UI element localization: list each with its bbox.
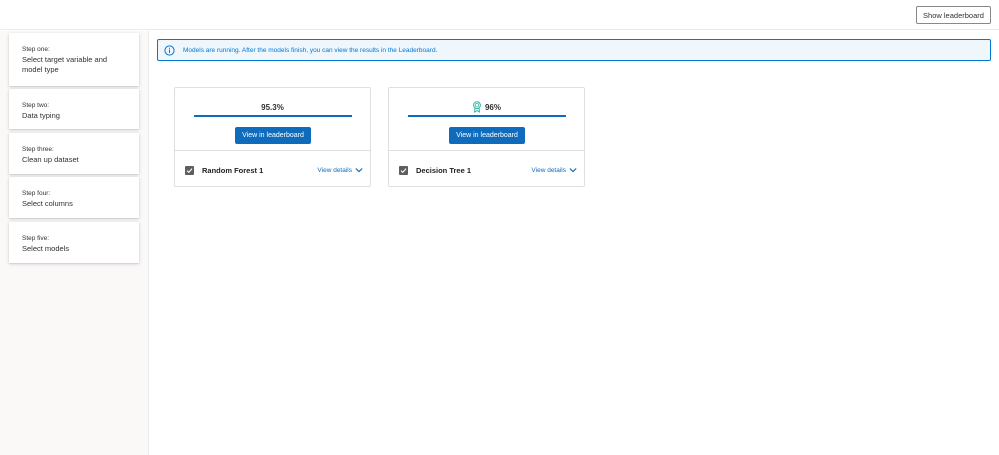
steps-sidebar: Step one: Select target variable and mod… bbox=[0, 31, 149, 455]
model-name: Decision Tree 1 bbox=[416, 165, 472, 175]
step-title: Select models bbox=[22, 244, 70, 253]
chevron-down-icon bbox=[355, 166, 363, 174]
step-number: Step five: bbox=[22, 235, 50, 242]
model-row: Random Forest 1 View details bbox=[185, 164, 363, 176]
score-row: 96% bbox=[389, 101, 584, 113]
progress-fill bbox=[408, 115, 566, 117]
view-details-label: View details bbox=[317, 166, 352, 174]
score-row: 95.3% bbox=[175, 101, 370, 113]
model-name: Random Forest 1 bbox=[202, 165, 264, 175]
ribbon-award-icon bbox=[472, 101, 482, 113]
model-checkbox[interactable] bbox=[399, 165, 408, 175]
banner-text: Models are running. After the models fin… bbox=[183, 46, 438, 54]
step-card-five[interactable]: Step five: Select models bbox=[9, 222, 139, 263]
model-row: Decision Tree 1 View details bbox=[399, 164, 577, 176]
info-banner: Models are running. After the models fin… bbox=[157, 39, 991, 61]
model-score: 95.3% bbox=[261, 102, 284, 112]
step-card-four[interactable]: Step four: Select columns bbox=[9, 177, 139, 218]
step-card-three[interactable]: Step three: Clean up dataset bbox=[9, 133, 139, 174]
step-title: Select columns bbox=[22, 199, 73, 208]
model-card-summary: 96% View in leaderboard bbox=[389, 88, 584, 151]
step-number: Step one: bbox=[22, 46, 50, 53]
info-icon bbox=[164, 44, 175, 56]
progress-bar bbox=[408, 115, 566, 117]
step-title: Select target variable and model type bbox=[22, 55, 108, 74]
model-card-decision-tree: 96% View in leaderboard Decision Tree 1 … bbox=[388, 87, 585, 187]
progress-fill bbox=[194, 115, 352, 117]
view-in-leaderboard-button[interactable]: View in leaderboard bbox=[449, 127, 525, 144]
step-card-two[interactable]: Step two: Data typing bbox=[9, 89, 139, 129]
top-bar: Show leaderboard bbox=[0, 0, 999, 30]
step-title: Data typing bbox=[22, 111, 60, 120]
view-details-link[interactable]: View details bbox=[531, 166, 577, 174]
view-details-label: View details bbox=[531, 166, 566, 174]
model-checkbox[interactable] bbox=[185, 165, 194, 175]
step-title: Clean up dataset bbox=[22, 155, 79, 164]
step-number: Step two: bbox=[22, 102, 50, 109]
show-leaderboard-button[interactable]: Show leaderboard bbox=[916, 6, 991, 24]
view-details-link[interactable]: View details bbox=[317, 166, 363, 174]
view-in-leaderboard-button[interactable]: View in leaderboard bbox=[235, 127, 311, 144]
model-score: 96% bbox=[484, 102, 501, 112]
step-number: Step four: bbox=[22, 190, 51, 197]
step-number: Step three: bbox=[22, 146, 54, 153]
chevron-down-icon bbox=[569, 166, 577, 174]
checkmark-icon bbox=[400, 167, 407, 173]
model-card-summary: 95.3% View in leaderboard bbox=[175, 88, 370, 151]
checkmark-icon bbox=[186, 167, 193, 173]
progress-bar bbox=[194, 115, 352, 117]
model-card-random-forest: 95.3% View in leaderboard Random Forest … bbox=[174, 87, 371, 187]
step-card-one[interactable]: Step one: Select target variable and mod… bbox=[9, 33, 139, 86]
